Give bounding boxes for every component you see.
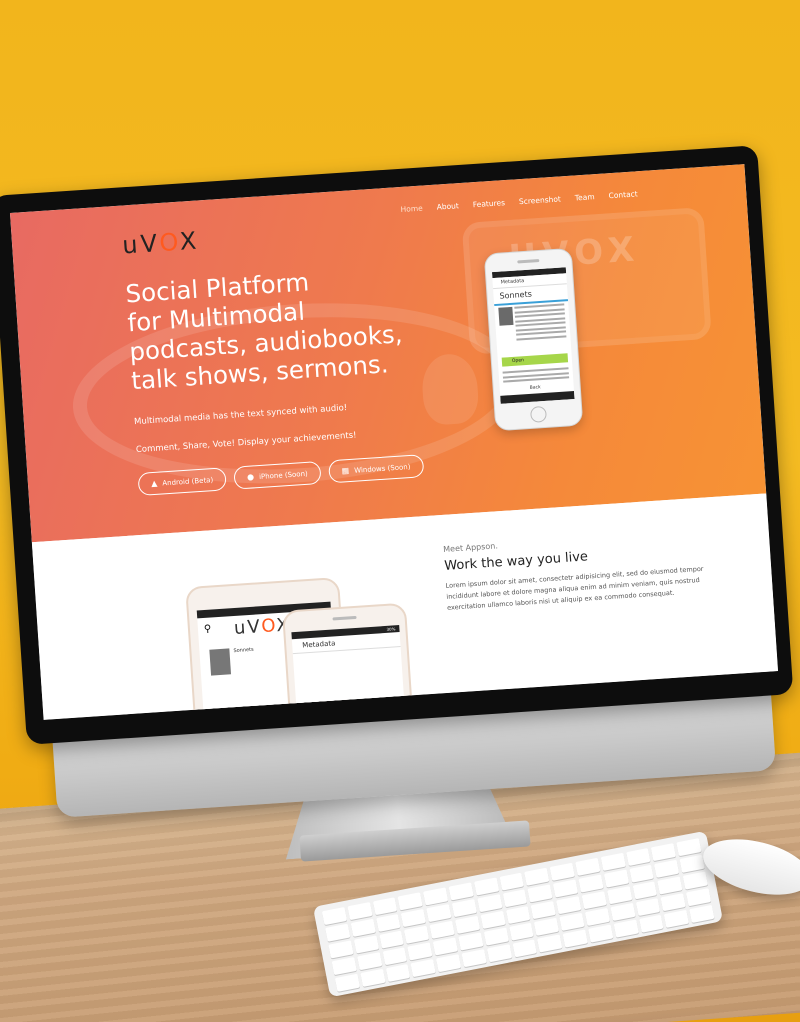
hero-headline: Social Platform for Multimodal podcasts,… [125,259,442,395]
phone-title: Sonnets [493,284,569,307]
nav-features[interactable]: Features [472,198,505,209]
iphone-button[interactable]: ● iPhone (Soon) [233,460,322,490]
phone-detail-lines [514,303,567,342]
hero-phone-mockup: Metadata Sonnets Open Back [483,247,584,432]
phone-list-item: Sonnets [233,646,254,655]
phone-open-button: Open [501,353,569,367]
nav-team[interactable]: Team [575,192,595,202]
android-button-label: Android (Beta) [162,475,214,487]
hero-section: UVOX uVOX Home About Features Screenshot… [9,164,767,543]
main-nav: Home About Features Screenshot Team Cont… [400,189,638,214]
phone-back-button: Back [529,385,541,391]
phone-description-lines [502,367,570,385]
phone-speaker [332,615,357,621]
nav-about[interactable]: About [436,201,459,211]
windows-icon: ▦ [341,466,350,476]
phone-speaker [517,258,540,264]
iphone-button-label: iPhone (Soon) [258,469,308,481]
phone-screen: Metadata Sonnets Open Back [491,267,575,404]
windows-button[interactable]: ▦ Windows (Soon) [327,454,425,484]
logo-suffix: X [178,226,201,256]
site-logo[interactable]: uVOX [121,226,200,259]
phone-thumbnail [498,306,514,326]
monitor-screen: UVOX uVOX Home About Features Screenshot… [9,164,779,720]
search-icon: ⚲ [203,623,212,635]
phone-nav-bar [500,390,575,404]
android-icon: ▲ [150,478,158,489]
nav-screenshot[interactable]: Screenshot [519,194,561,206]
section-title: Work the way you live [443,549,589,574]
windows-button-label: Windows (Soon) [353,462,411,475]
phone-home-button [529,405,547,423]
apple-icon: ● [246,472,255,482]
nav-home[interactable]: Home [400,204,423,214]
phone-thumbnail [209,648,232,676]
logo-prefix: uV [121,229,161,260]
logo-o: O [158,227,181,258]
section-eyebrow: Meet Appson. [442,541,499,554]
nav-contact[interactable]: Contact [608,189,638,200]
scene: UVOX uVOX Home About Features Screenshot… [0,0,800,1022]
android-button[interactable]: ▲ Android (Beta) [137,467,227,497]
